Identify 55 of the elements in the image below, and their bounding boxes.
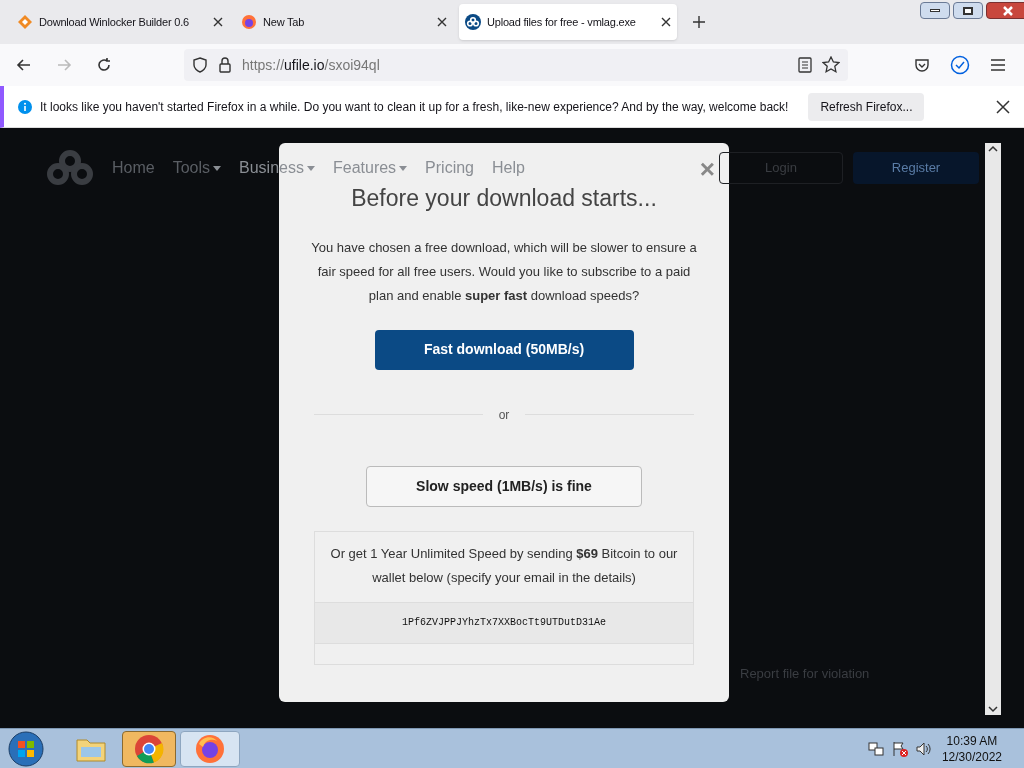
close-tab-icon[interactable]	[213, 17, 223, 27]
slow-download-button[interactable]: Slow speed (1MB/s) is fine	[366, 465, 642, 507]
shield-icon[interactable]	[192, 57, 208, 73]
back-icon[interactable]	[16, 57, 32, 73]
network-icon[interactable]	[867, 740, 884, 757]
close-button[interactable]: ×	[699, 157, 715, 181]
firefox-icon[interactable]	[195, 733, 225, 764]
nav-link[interactable]: Tools	[172, 156, 211, 180]
bitcoin-offer-text: Or get 1 Year Unlimited Speed by sending $69 Bitcoin to our wallet below (specify your email in the details)	[329, 544, 679, 587]
close-tab-icon[interactable]	[437, 17, 447, 27]
fox-globe-icon	[241, 14, 257, 30]
browser-tab[interactable]: Upload files for free - vmlag.exe	[459, 4, 677, 40]
cloud-icon	[465, 14, 481, 30]
reader-icon[interactable]	[798, 57, 812, 73]
url-text: https://ufile.io/sxoi94ql	[242, 55, 381, 75]
check-circle-icon[interactable]	[950, 55, 970, 75]
nav-link[interactable]: Home	[112, 156, 155, 180]
or-divider-text: or	[498, 406, 510, 424]
restore-button[interactable]	[953, 2, 983, 19]
browser-tab[interactable]: New Tab	[235, 4, 453, 40]
scroll-up-icon[interactable]	[988, 145, 998, 153]
window-close-button[interactable]	[986, 2, 1024, 19]
fast-download-button[interactable]: Fast download (50MB/s)	[374, 329, 634, 370]
speaker-icon[interactable]	[915, 740, 932, 757]
caret-icon	[306, 165, 315, 171]
caret-icon	[213, 165, 222, 171]
address-bar[interactable]: https://ufile.io/sxoi94ql	[184, 49, 848, 81]
clock-time: 10:39 AM	[946, 732, 998, 749]
wallet-address-field[interactable]: 1Pf6ZVJPPJYhzTx7XXBocTt9UTDutD31Ae	[315, 601, 693, 644]
register-button[interactable]: Register	[853, 152, 979, 184]
diamond-icon	[17, 14, 33, 30]
flag-warning-icon[interactable]	[891, 740, 908, 757]
modal-title: Before your download starts...	[351, 184, 657, 213]
refresh-firefox-button[interactable]: Refresh Firefox...	[808, 92, 925, 121]
taskbar-app-button[interactable]	[122, 730, 176, 767]
clock-date: 12/30/2022	[941, 748, 1002, 765]
close-icon[interactable]	[996, 99, 1010, 114]
star-icon[interactable]	[822, 56, 840, 74]
browser-tab[interactable]: Download Winlocker Builder 0.6	[11, 4, 229, 40]
lock-icon	[218, 57, 232, 73]
chrome-icon[interactable]	[134, 733, 164, 764]
start-button[interactable]	[6, 728, 46, 768]
pocket-icon[interactable]	[914, 57, 930, 73]
modal-description: You have chosen a free download, which will be slower to ensure a fair speed for all free users. Would you like to subscribe to a paid plan and enable super fast download speeds?	[310, 238, 698, 305]
minimize-button[interactable]	[920, 2, 950, 19]
close-tab-icon[interactable]	[661, 17, 671, 27]
new-tab-icon[interactable]	[692, 15, 706, 29]
info-icon	[18, 99, 32, 114]
notification-text: It looks like you haven't started Firefox in a while. Do you want to clean it up for a fresh, like-new experience? And by the way, welcome back!	[40, 98, 789, 116]
caret-icon	[399, 165, 408, 171]
reload-icon[interactable]	[96, 57, 112, 73]
scroll-down-icon[interactable]	[988, 705, 998, 713]
taskbar-app-button[interactable]	[180, 730, 240, 767]
scrollbar[interactable]	[985, 143, 1001, 715]
menu-icon[interactable]	[990, 58, 1006, 72]
